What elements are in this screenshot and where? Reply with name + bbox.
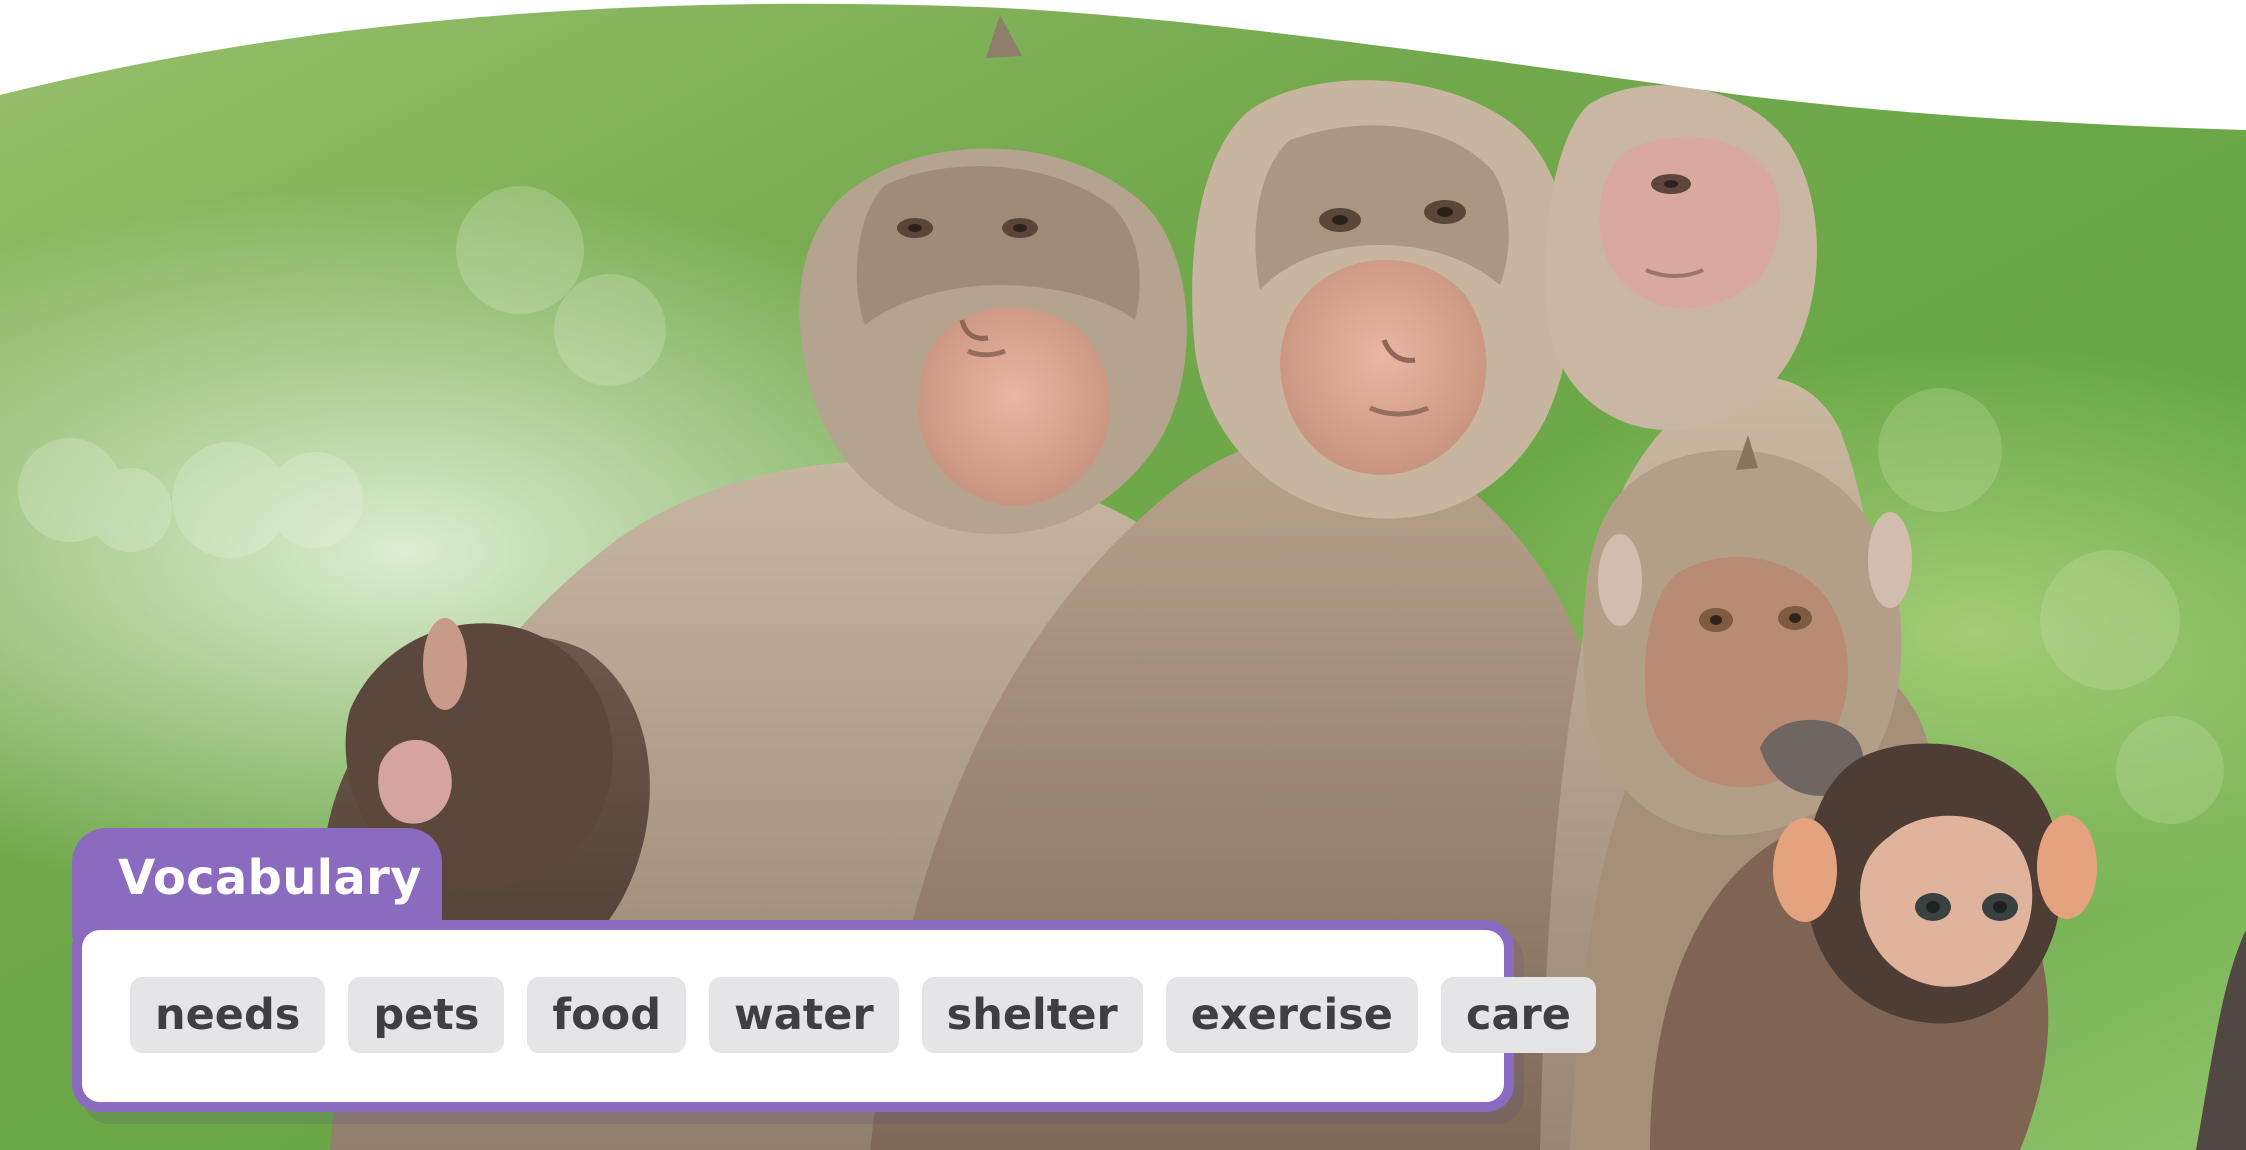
vocabulary-word-box: needs pets food water shelter exercise c… — [72, 920, 1596, 1112]
vocabulary-word-chip: care — [1440, 977, 1596, 1053]
vocabulary-word-chip: shelter — [921, 977, 1143, 1053]
vocabulary-word-chip: exercise — [1165, 977, 1418, 1053]
vocabulary-word-chip: water — [709, 977, 899, 1053]
vocabulary-word-list: needs pets food water shelter exercise c… — [130, 977, 1596, 1053]
vocabulary-word-chip: pets — [348, 977, 505, 1053]
lesson-banner: Vocabulary needs pets food water shelter… — [0, 0, 2246, 1150]
vocabulary-card: Vocabulary needs pets food water shelter… — [72, 828, 1596, 1112]
vocabulary-word-chip: food — [527, 977, 686, 1053]
vocabulary-word-chip: needs — [130, 977, 326, 1053]
